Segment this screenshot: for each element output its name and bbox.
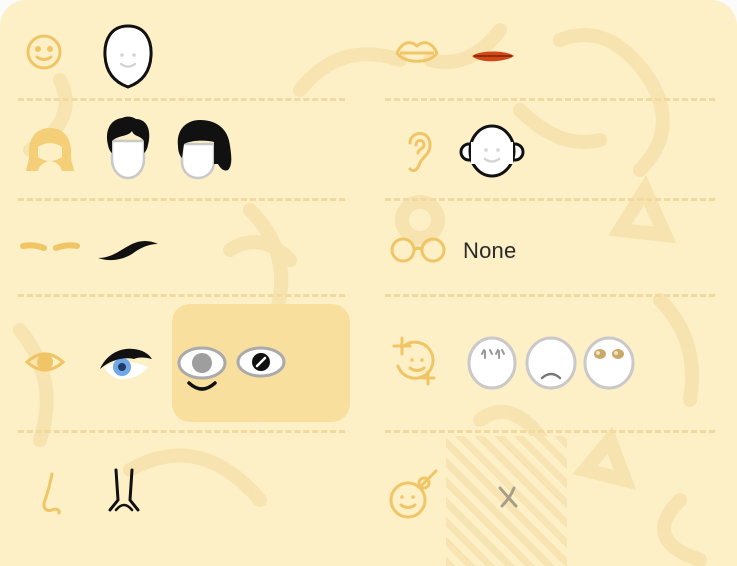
face-shape-icon[interactable] (26, 34, 62, 70)
eye-option-lashed-blue[interactable] (98, 345, 154, 385)
empty-slot-x-icon (498, 486, 518, 508)
row-divider (385, 294, 715, 297)
eye-dark-pupil (236, 346, 286, 378)
row-divider (18, 430, 345, 433)
row-divider (18, 294, 345, 297)
face-detail-icon[interactable] (388, 466, 444, 522)
eye-grey-round (177, 346, 227, 391)
effect-option-worried[interactable] (467, 336, 517, 390)
eyebrow-icon[interactable] (20, 237, 80, 257)
hair-option-short-spiky[interactable] (102, 115, 154, 181)
row-divider (18, 198, 345, 201)
row-divider (385, 98, 715, 101)
hair-option-bob[interactable] (174, 118, 236, 180)
avatar-customizer-panel: None (0, 0, 737, 566)
effect-option-shine-cheeks[interactable] (583, 336, 635, 390)
blush-effect-icon[interactable] (390, 336, 440, 386)
eyebrow-option-arched[interactable] (96, 236, 160, 264)
nose-icon[interactable] (40, 470, 64, 516)
row-divider (385, 198, 715, 201)
glasses-icon[interactable] (389, 236, 447, 264)
mouth-icon[interactable] (394, 36, 440, 70)
ears-option-round[interactable] (459, 122, 525, 178)
lips-option-red[interactable] (470, 48, 516, 68)
face-shape-option-oval[interactable] (102, 24, 154, 90)
nose-option-lines[interactable] (106, 466, 146, 522)
row-divider (385, 430, 715, 433)
face-detail-empty-slot[interactable] (446, 436, 567, 566)
glasses-option-none[interactable]: None (463, 238, 516, 264)
hair-icon[interactable] (24, 125, 76, 173)
row-divider (18, 98, 345, 101)
ear-icon[interactable] (402, 125, 434, 177)
eye-option-happy-set-selected[interactable] (172, 304, 350, 422)
effect-option-frown[interactable] (525, 336, 577, 390)
eye-icon[interactable] (24, 348, 66, 376)
